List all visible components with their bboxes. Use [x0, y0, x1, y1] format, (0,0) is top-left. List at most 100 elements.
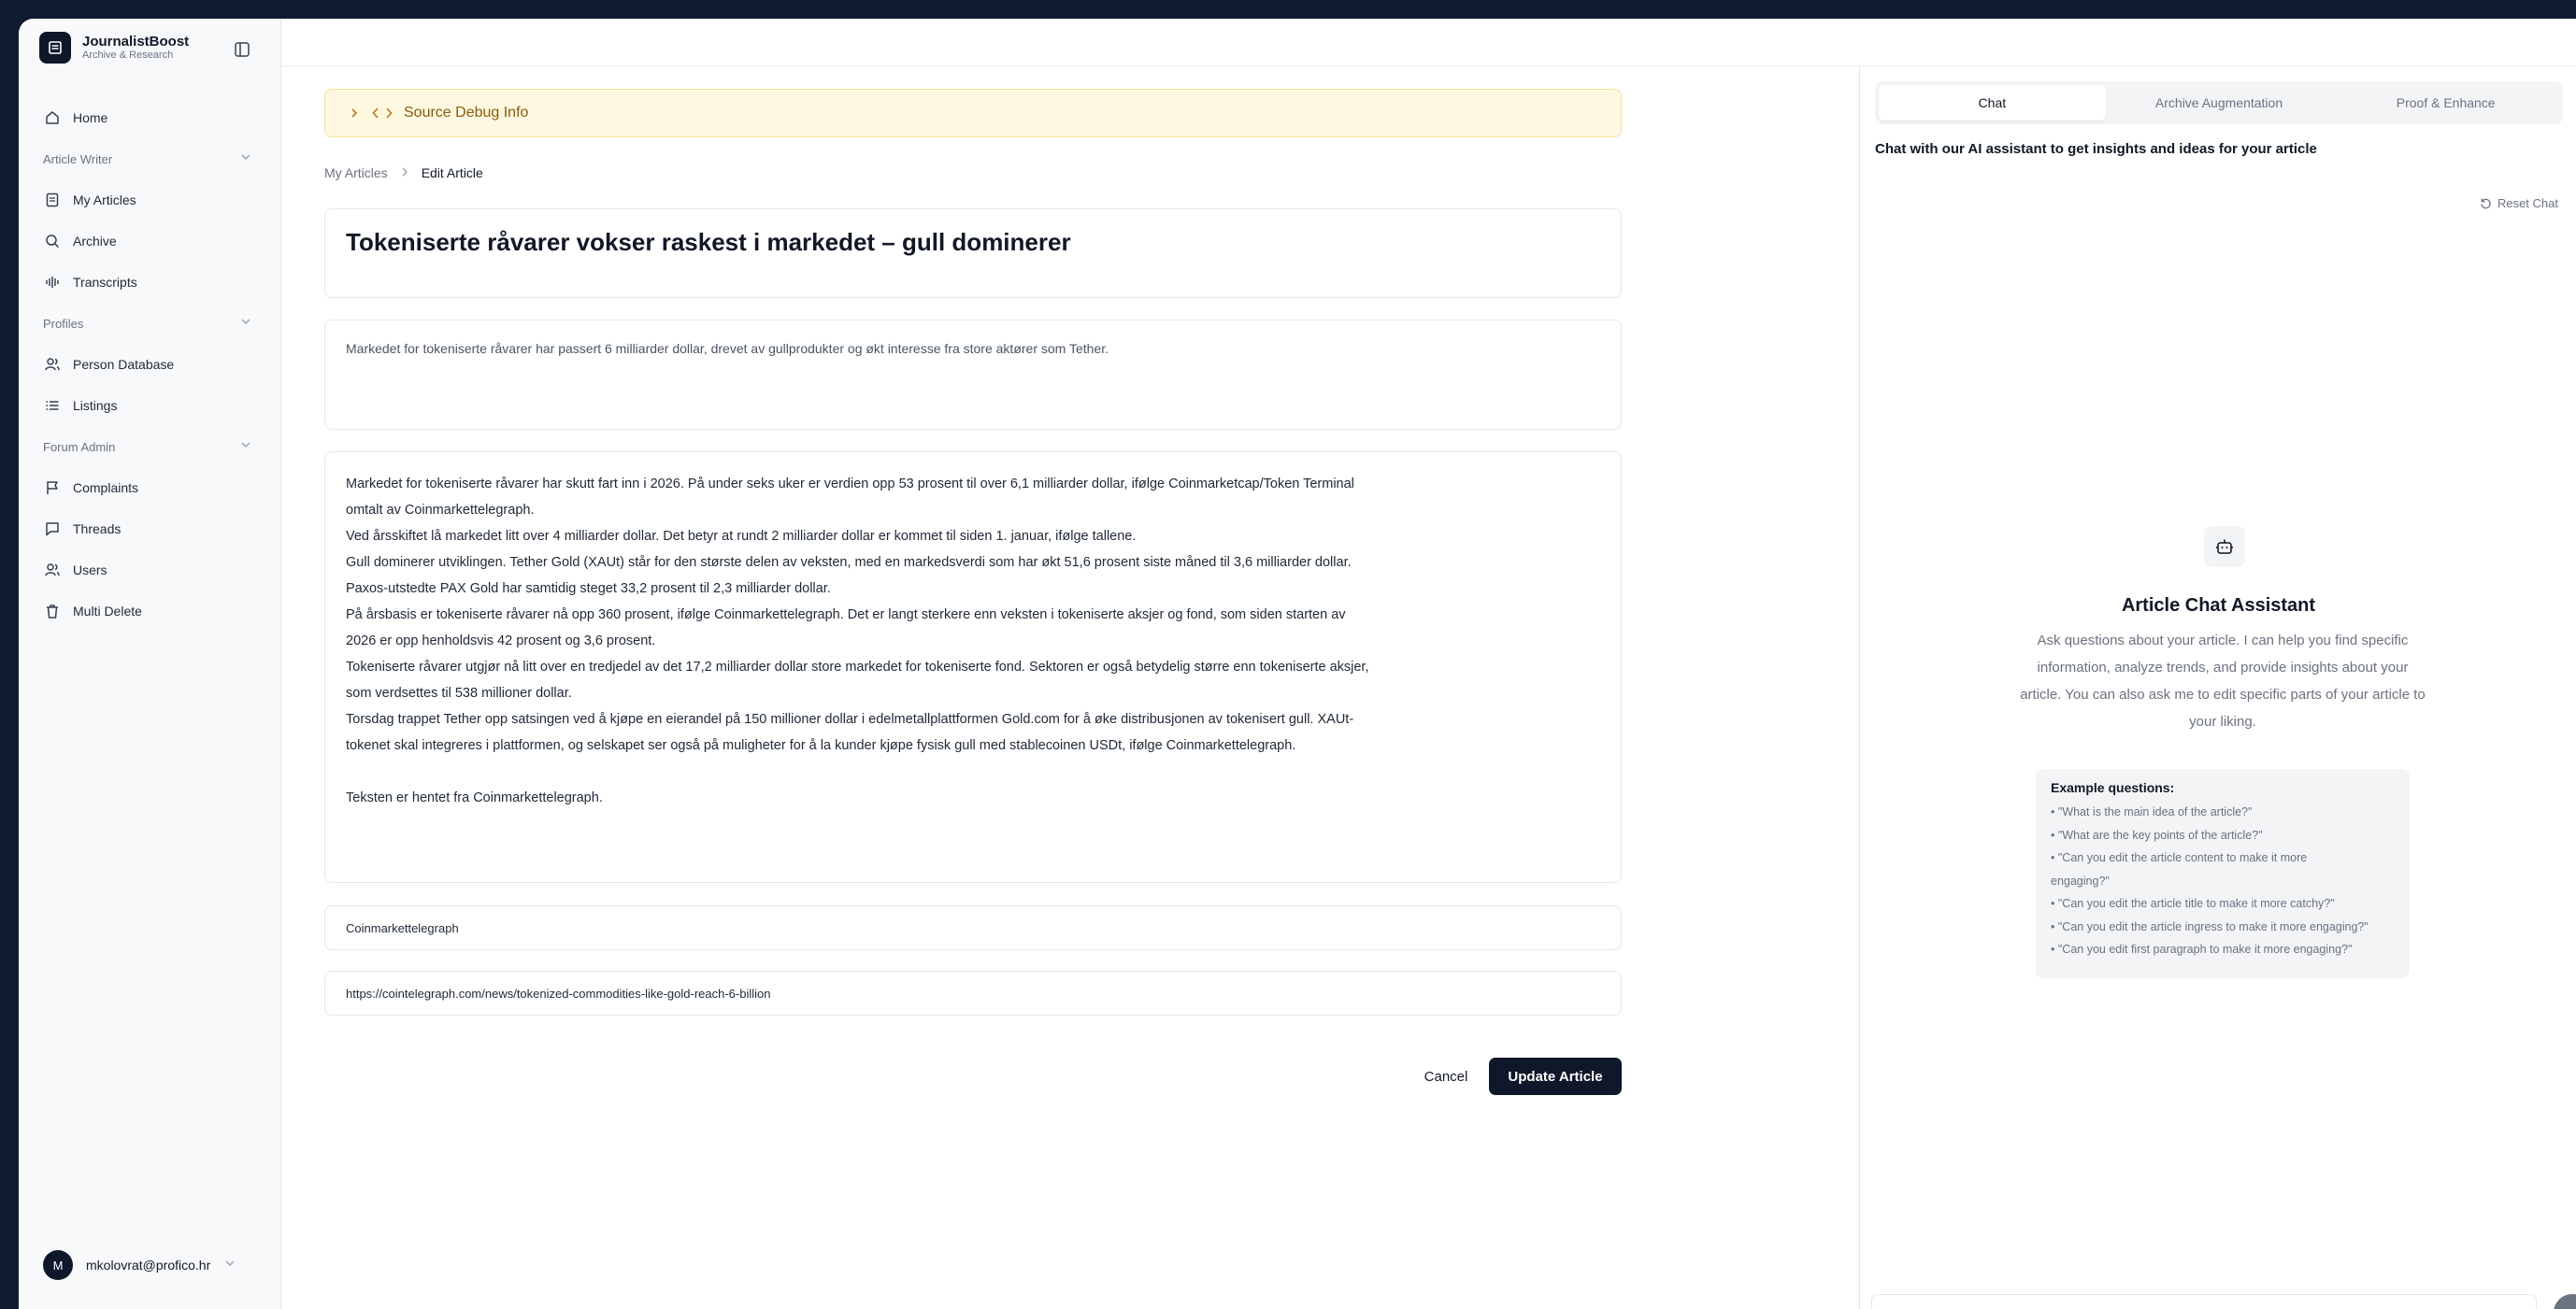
chevron-down-icon — [239, 315, 252, 331]
users-icon — [43, 355, 62, 374]
brand[interactable]: JournalistBoost Archive & Research — [39, 32, 189, 64]
app-window: JournalistBoost Archive & Research Home … — [19, 19, 2576, 1309]
reset-chat-button[interactable]: Reset Chat — [2480, 196, 2558, 210]
body-line: På årsbasis er tokeniserte råvarer nå op… — [346, 607, 1346, 622]
body-line: som verdsettes til 538 millioner dollar. — [346, 686, 572, 701]
sidebar-nav: Home Article Writer My Articles Archive … — [19, 97, 280, 632]
article-editor: Source Debug Info My Articles Edit Artic… — [281, 66, 1859, 1309]
top-bar — [281, 19, 2576, 66]
source-debug-toggle[interactable]: Source Debug Info — [324, 89, 1622, 137]
chevron-down-icon — [239, 438, 252, 454]
sidebar-item-label: Listings — [73, 398, 118, 413]
sidebar-item-multi-delete[interactable]: Multi Delete — [19, 590, 280, 632]
message-square-icon — [43, 519, 62, 538]
sidebar-item-archive[interactable]: Archive — [19, 221, 280, 262]
user-menu[interactable]: M mkolovrat@profico.hr — [43, 1250, 236, 1280]
brand-subtitle: Archive & Research — [82, 50, 174, 62]
tab-chat[interactable]: Chat — [1879, 85, 2106, 121]
chevron-right-icon — [399, 165, 410, 180]
sidebar-toggle-icon[interactable] — [232, 39, 252, 60]
sidebar-item-label: My Articles — [73, 192, 136, 207]
breadcrumb-my-articles[interactable]: My Articles — [324, 165, 388, 180]
example-questions: Example questions: • "What is the main i… — [2036, 769, 2410, 978]
sidebar-item-listings[interactable]: Listings — [19, 385, 280, 426]
assistant-panel: Chat Archive Augmentation Proof & Enhanc… — [1859, 66, 2576, 1309]
body-line: Tokeniserte råvarer utgjør nå litt over … — [346, 660, 1369, 675]
rotate-ccw-icon — [2480, 197, 2492, 209]
sidebar-item-my-articles[interactable]: My Articles — [19, 179, 280, 221]
ingress-field[interactable]: Markedet for tokeniserte råvarer har pas… — [324, 320, 1622, 430]
list-icon — [43, 396, 62, 415]
source-field[interactable]: Coinmarkettelegraph — [324, 905, 1622, 950]
body-field[interactable]: Markedet for tokeniserte råvarer har sku… — [324, 451, 1622, 883]
assistant-title: Article Chat Assistant — [2121, 595, 2316, 616]
body-line: Paxos-utstedte PAX Gold har samtidig ste… — [346, 581, 831, 596]
sidebar-item-users[interactable]: Users — [19, 549, 280, 590]
breadcrumb-current: Edit Article — [421, 165, 483, 180]
example-question: • "Can you edit the article ingress to m… — [2051, 919, 2368, 933]
reset-label: Reset Chat — [2497, 196, 2558, 210]
breadcrumb: My Articles Edit Article — [324, 165, 483, 180]
body-line — [346, 759, 1600, 785]
article-title: Tokeniserte råvarer vokser raskest i mar… — [346, 228, 1071, 256]
sidebar-group-forum-admin[interactable]: Forum Admin — [19, 426, 280, 467]
article-ingress: Markedet for tokeniserte råvarer har pas… — [346, 341, 1109, 356]
debug-label: Source Debug Info — [404, 105, 529, 121]
sidebar-item-threads[interactable]: Threads — [19, 508, 280, 549]
body-line: Torsdag trappet Tether opp satsingen ved… — [346, 712, 1354, 727]
sidebar-item-label: Multi Delete — [73, 604, 142, 619]
body-line: tokenet skal integreres i plattformen, o… — [346, 738, 1296, 753]
panel-tabs: Chat Archive Augmentation Proof & Enhanc… — [1875, 81, 2563, 124]
group-label: Article Writer — [43, 151, 113, 166]
panel-heading: Chat with our AI assistant to get insigh… — [1875, 141, 2317, 157]
avatar: M — [43, 1250, 73, 1280]
sidebar-item-label: Users — [73, 562, 107, 577]
examples-list: • "What is the main idea of the article?… — [2051, 801, 2395, 961]
bot-icon — [2204, 526, 2245, 567]
sidebar-item-label: Home — [73, 110, 108, 125]
update-article-button[interactable]: Update Article — [1489, 1058, 1622, 1095]
example-question: • "Can you edit the article content to m… — [2051, 851, 2308, 864]
title-field[interactable]: Tokeniserte råvarer vokser raskest i mar… — [324, 208, 1622, 298]
sidebar-item-home[interactable]: Home — [19, 97, 280, 138]
sidebar-item-label: Archive — [73, 234, 117, 249]
sidebar-item-label: Transcripts — [73, 275, 137, 290]
body-line: omtalt av Coinmarkettelegraph. — [346, 503, 535, 518]
chevron-down-icon — [239, 150, 252, 166]
url-value: https://cointelegraph.com/news/tokenized… — [346, 986, 771, 1001]
source-value: Coinmarkettelegraph — [346, 920, 459, 935]
group-label: Profiles — [43, 316, 84, 331]
body-line: Markedet for tokeniserte råvarer har sku… — [346, 477, 1354, 491]
article-body: Markedet for tokeniserte råvarer har sku… — [346, 471, 1600, 811]
search-icon — [43, 232, 62, 250]
examples-title: Example questions: — [2051, 780, 2175, 795]
sidebar-item-complaints[interactable]: Complaints — [19, 467, 280, 508]
body-line: Teksten er hentet fra Coinmarkettelegrap… — [346, 790, 603, 805]
sidebar-item-label: Threads — [73, 521, 122, 536]
group-label: Forum Admin — [43, 439, 116, 454]
sidebar-item-transcripts[interactable]: Transcripts — [19, 262, 280, 303]
code-icon — [372, 107, 393, 120]
url-field[interactable]: https://cointelegraph.com/news/tokenized… — [324, 971, 1622, 1016]
trash-icon — [43, 602, 62, 620]
example-question: • "What are the key points of the articl… — [2051, 828, 2263, 842]
example-question: • "What is the main idea of the article?… — [2051, 805, 2253, 818]
chevron-right-icon — [348, 107, 361, 120]
tab-archive-augmentation[interactable]: Archive Augmentation — [2106, 85, 2333, 121]
assistant-description: Ask questions about your article. I can … — [2020, 633, 2426, 730]
sidebar-group-profiles[interactable]: Profiles — [19, 303, 280, 344]
send-button[interactable] — [2554, 1294, 2576, 1309]
document-icon — [43, 191, 62, 209]
cancel-button[interactable]: Cancel — [1403, 1058, 1489, 1095]
sidebar: JournalistBoost Archive & Research Home … — [19, 19, 281, 1309]
brand-name: JournalistBoost — [82, 34, 190, 50]
chat-message-input[interactable] — [1871, 1294, 2537, 1309]
sidebar-group-article-writer[interactable]: Article Writer — [19, 138, 280, 179]
newspaper-icon — [39, 32, 71, 64]
chevron-down-icon — [223, 1257, 236, 1274]
body-line: Ved årsskiftet lå markedet litt over 4 m… — [346, 529, 1137, 544]
flag-icon — [43, 478, 62, 497]
tab-proof-enhance[interactable]: Proof & Enhance — [2332, 85, 2559, 121]
sidebar-item-person-database[interactable]: Person Database — [19, 344, 280, 385]
home-icon — [43, 108, 62, 127]
